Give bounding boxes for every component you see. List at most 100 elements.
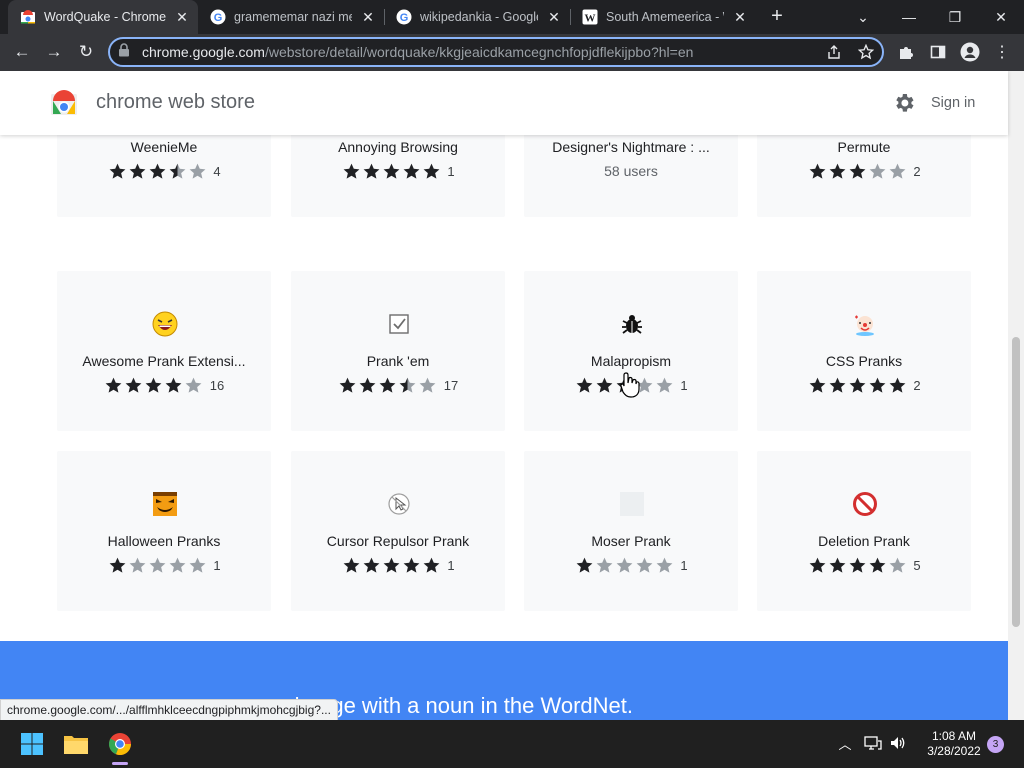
star-filled-icon (359, 377, 376, 393)
star-empty-icon (149, 557, 166, 573)
reload-icon[interactable]: ↻ (72, 38, 100, 66)
forward-arrow-icon[interactable]: → (40, 38, 68, 66)
rating: 1 (291, 161, 505, 181)
kebab-menu-icon[interactable]: ⋮ (988, 38, 1016, 66)
windows-taskbar: ︿ 1:08 AM 3/28/2022 3 (0, 720, 1024, 768)
system-clock[interactable]: 1:08 AM 3/28/2022 (918, 729, 990, 759)
tab-wordquake[interactable]: WordQuake - Chrome Web Store ✕ (8, 0, 198, 34)
google-icon: G (210, 9, 226, 25)
extension-name: Cursor Repulsor Prank (326, 533, 470, 549)
extension-card-cursor-repulsor[interactable]: Cursor Repulsor Prank 1 (291, 451, 505, 611)
tab-search-chevron-icon[interactable]: ⌄ (840, 0, 886, 34)
star-filled-icon (829, 163, 846, 179)
star-filled-icon (343, 557, 360, 573)
extension-card-awesome-prank[interactable]: Awesome Prank Extensi... 16 (57, 271, 271, 431)
lock-icon[interactable] (118, 42, 132, 62)
tab-title: WordQuake - Chrome Web Store (44, 10, 166, 24)
clock-date: 3/28/2022 (927, 744, 981, 758)
page-content: chrome web store Sign in WeenieMe 4 Anno… (0, 71, 1024, 720)
extension-card-moser-prank[interactable]: Moser Prank 1 (524, 451, 738, 611)
close-icon[interactable]: ✕ (546, 9, 562, 25)
hand-cursor-icon (620, 372, 640, 398)
new-tab-plus-icon[interactable]: + (766, 6, 788, 28)
star-filled-icon (869, 557, 886, 573)
laughing-face-icon (152, 311, 178, 337)
extension-card-halloween-pranks[interactable]: Halloween Pranks 1 (57, 451, 271, 611)
star-filled-icon (109, 163, 126, 179)
minimize-icon[interactable]: — (886, 0, 932, 34)
gear-icon[interactable] (892, 91, 916, 115)
star-filled-icon (129, 163, 146, 179)
wikipedia-icon: W (582, 9, 598, 25)
star-filled-icon (125, 377, 142, 393)
clown-icon (852, 311, 878, 337)
address-bar[interactable]: chrome.google.com/webstore/detail/wordqu… (108, 37, 884, 67)
file-explorer-icon[interactable] (60, 728, 92, 760)
chrome-taskbar-icon[interactable] (104, 728, 136, 765)
rating: 16 (57, 375, 271, 395)
extension-name: Prank 'em (366, 353, 430, 369)
cursor-repulsor-icon (386, 491, 412, 517)
sign-in-link[interactable]: Sign in (931, 95, 975, 111)
windows-start-icon[interactable] (16, 728, 48, 760)
extension-name: Permute (837, 139, 891, 155)
star-filled-icon (829, 377, 846, 393)
url-host: chrome.google.com (142, 44, 265, 60)
tab-south-amemeerica[interactable]: W South Amemeerica - Wikipedia ✕ (570, 0, 756, 34)
rating-count: 5 (913, 557, 921, 573)
star-empty-icon (419, 377, 436, 393)
side-panel-icon[interactable] (924, 38, 952, 66)
back-arrow-icon[interactable]: ← (8, 38, 36, 66)
store-title[interactable]: chrome web store (96, 91, 255, 114)
rating-count: 1 (447, 557, 455, 573)
close-icon[interactable]: ✕ (174, 9, 190, 25)
svg-text:G: G (214, 12, 223, 24)
rating: 2 (757, 161, 971, 181)
network-icon[interactable] (862, 732, 884, 754)
rating: 2 (757, 375, 971, 395)
extension-card-css-pranks[interactable]: CSS Pranks 2 (757, 271, 971, 431)
star-filled-icon (165, 377, 182, 393)
store-header: chrome web store Sign in (0, 71, 1008, 135)
restore-icon[interactable]: ❐ (932, 0, 978, 34)
star-filled-icon (363, 163, 380, 179)
page-scrollbar[interactable] (1008, 71, 1024, 720)
tray-chevron-up-icon[interactable]: ︿ (834, 732, 856, 754)
star-half-icon (399, 377, 416, 393)
star-filled-icon (809, 557, 826, 573)
rating: 1 (291, 555, 505, 575)
share-icon[interactable] (824, 39, 844, 65)
rating: 17 (291, 375, 505, 395)
extensions-puzzle-icon[interactable] (892, 38, 920, 66)
star-filled-icon (363, 557, 380, 573)
extension-name: Moser Prank (591, 533, 671, 549)
close-icon[interactable]: ✕ (360, 9, 376, 25)
rating-count: 2 (913, 163, 921, 179)
star-filled-icon (145, 377, 162, 393)
scrollbar-thumb[interactable] (1012, 337, 1020, 627)
extension-card-deletion-prank[interactable]: Deletion Prank 5 (757, 451, 971, 611)
star-empty-icon (656, 557, 673, 573)
tab-wikipedankia[interactable]: G wikipedankia - Google Search ✕ (384, 0, 570, 34)
pumpkin-icon (152, 491, 178, 517)
bookmark-star-icon[interactable] (856, 39, 876, 65)
star-empty-icon (596, 557, 613, 573)
star-filled-icon (576, 377, 593, 393)
extension-card-prank-em[interactable]: Prank 'em 17 (291, 271, 505, 431)
close-icon[interactable]: ✕ (732, 9, 748, 25)
extension-card-malapropism[interactable]: Malapropism 1 (524, 271, 738, 431)
tab-gramememar[interactable]: G gramememar nazi meaning ✕ (198, 0, 384, 34)
star-filled-icon (339, 377, 356, 393)
extension-name: Deletion Prank (818, 533, 910, 549)
window-close-icon[interactable]: ✕ (978, 0, 1024, 34)
chrome-web-store-logo[interactable] (50, 89, 78, 117)
user-count-row: 58 users (524, 161, 738, 181)
star-filled-icon (379, 377, 396, 393)
profile-avatar-icon[interactable] (956, 38, 984, 66)
rating: 5 (757, 555, 971, 575)
notification-badge[interactable]: 3 (987, 736, 1004, 753)
star-empty-icon (129, 557, 146, 573)
star-empty-icon (189, 163, 206, 179)
rating-count: 16 (209, 377, 225, 393)
volume-icon[interactable] (887, 732, 909, 754)
